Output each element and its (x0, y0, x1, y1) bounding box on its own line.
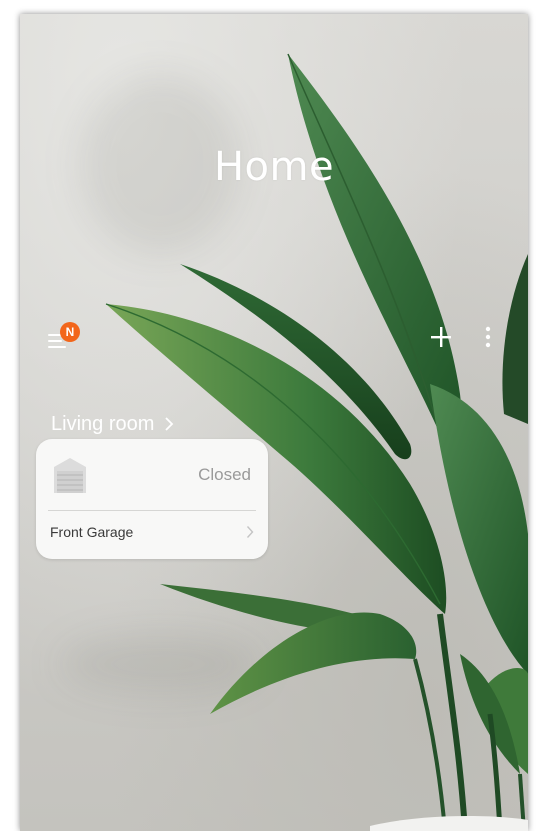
card-divider (48, 510, 256, 511)
device-card[interactable]: Closed Front Garage (36, 439, 268, 559)
plus-icon (431, 327, 451, 347)
room-selector[interactable]: Living room (51, 410, 174, 438)
chevron-right-icon (246, 526, 254, 538)
menu-button[interactable]: N (48, 322, 84, 356)
notification-badge: N (60, 322, 80, 342)
chevron-right-icon (165, 417, 174, 431)
page-title: Home (213, 144, 335, 190)
more-options-button[interactable] (478, 324, 498, 350)
more-vert-icon (485, 326, 491, 348)
garage-door-icon (54, 458, 86, 493)
room-name: Living room (51, 412, 155, 435)
app-screen: Home N Living room Closed Front Garage (20, 14, 528, 831)
device-name: Front Garage (50, 524, 134, 540)
add-button[interactable] (428, 324, 454, 350)
device-status: Closed (198, 465, 251, 484)
